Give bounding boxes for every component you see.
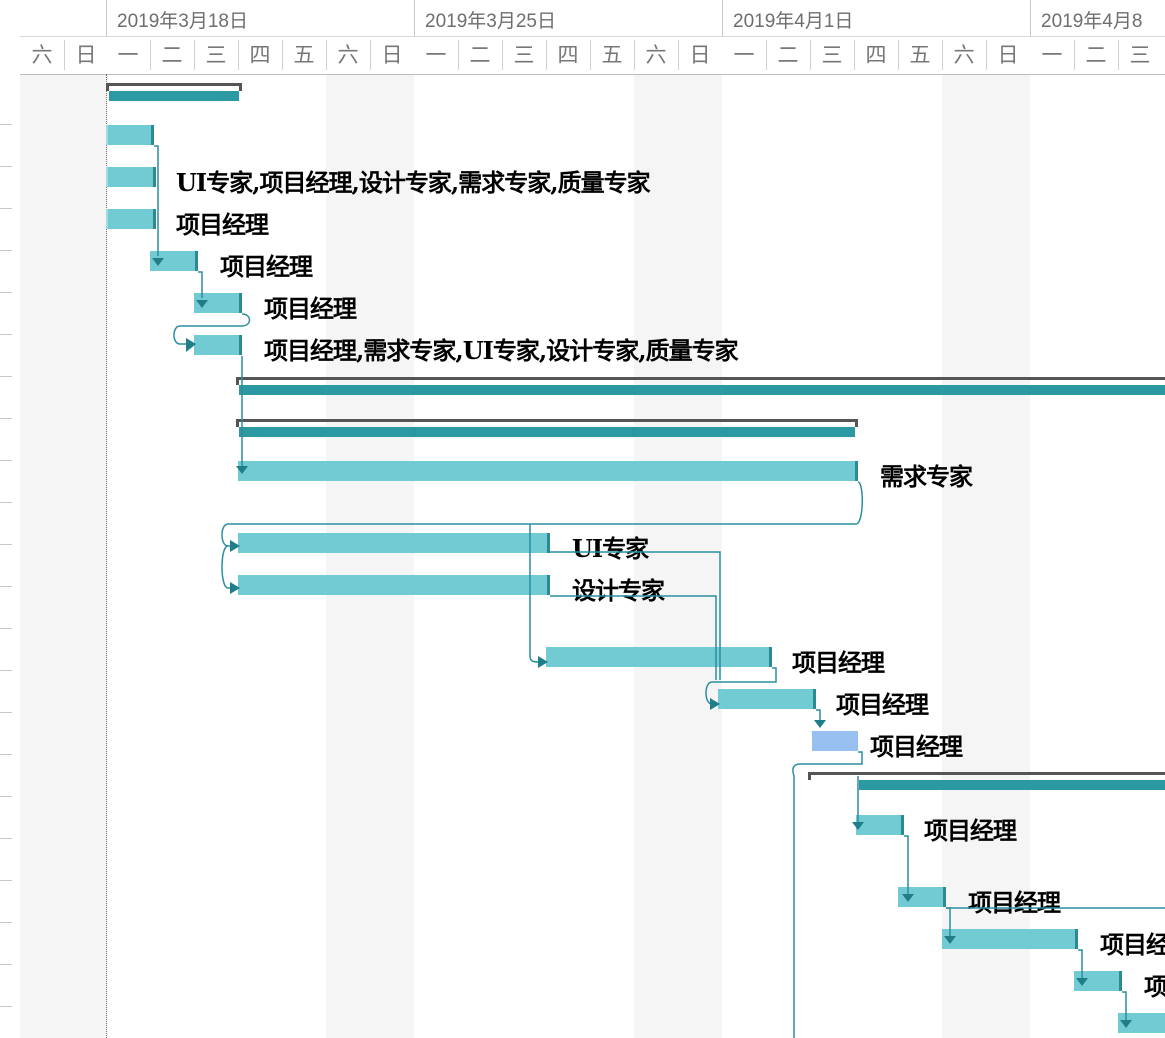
- task-table-edge: [0, 0, 21, 1038]
- dependency-link: [221, 545, 236, 589]
- dependency-link: [816, 709, 821, 724]
- week-header: 2019年4月1日: [722, 0, 1030, 36]
- day-cell: 一: [117, 43, 139, 67]
- resource-label: 项: [1144, 972, 1165, 1001]
- summary-bar[interactable]: [106, 83, 242, 101]
- resource-label: 项目经理: [968, 888, 1061, 917]
- resource-label: 项目经理: [264, 294, 357, 323]
- day-cell: 四: [557, 43, 579, 67]
- week-label: 2019年3月25日: [425, 11, 556, 32]
- task-bar[interactable]: [150, 251, 198, 271]
- summary-bar[interactable]: [808, 772, 1165, 790]
- summary-bar[interactable]: [236, 419, 858, 437]
- day-cell: 三: [205, 43, 227, 67]
- task-bar[interactable]: [856, 815, 904, 835]
- link-arrow: [814, 720, 826, 728]
- task-bar[interactable]: [106, 167, 156, 187]
- gantt-chart[interactable]: 2019年3月18日 2019年3月25日 2019年4月1日 2019年4月8…: [0, 0, 1165, 1038]
- dependency-link: [154, 145, 159, 256]
- day-cell: 日: [381, 43, 403, 67]
- resource-label: 需求专家: [880, 462, 973, 491]
- task-bar[interactable]: [194, 335, 242, 355]
- dependency-link: [792, 751, 863, 1038]
- task-bar[interactable]: [898, 887, 946, 907]
- task-bar[interactable]: [238, 461, 858, 481]
- resource-label: 项目经理: [792, 648, 885, 677]
- summary-bar[interactable]: [236, 377, 1165, 395]
- task-bar[interactable]: [1074, 971, 1122, 991]
- task-bar[interactable]: [106, 125, 154, 145]
- weekend-shade: [20, 74, 108, 1038]
- task-bar[interactable]: [718, 689, 816, 709]
- week-header: 2019年4月8: [1030, 0, 1165, 36]
- task-bar[interactable]: [546, 647, 772, 667]
- day-cell: 五: [909, 43, 931, 67]
- day-cell: 日: [997, 43, 1019, 67]
- day-cell: 一: [425, 43, 447, 67]
- day-cell: 六: [337, 43, 359, 67]
- day-cell: 二: [469, 43, 491, 67]
- resource-label: 项目经理: [924, 816, 1017, 845]
- week-label: 2019年3月18日: [117, 11, 248, 32]
- weekend-shade: [326, 74, 414, 1038]
- task-bar[interactable]: [238, 575, 550, 595]
- day-cell: 四: [249, 43, 271, 67]
- resource-label: 项目经理: [220, 252, 313, 281]
- day-cell: 三: [821, 43, 843, 67]
- day-cell: 日: [75, 43, 97, 67]
- resource-label: 设计专家: [572, 576, 665, 605]
- day-cell: 二: [777, 43, 799, 67]
- resource-label: 项目经: [1100, 930, 1165, 959]
- resource-label: 项目经理: [836, 690, 929, 719]
- day-cell: 一: [733, 43, 755, 67]
- day-cell: 一: [1041, 43, 1063, 67]
- resource-label: 项目经理: [176, 210, 269, 239]
- week-header: 2019年3月25日: [414, 0, 722, 36]
- resource-label: UI专家: [572, 534, 649, 563]
- day-cell: 二: [1085, 43, 1107, 67]
- resource-label: 项目经理,需求专家,UI专家,设计专家,质量专家: [264, 336, 739, 365]
- resource-label: 项目经理: [870, 732, 963, 761]
- day-cell: 日: [689, 43, 711, 67]
- day-cell: 三: [1129, 43, 1151, 67]
- day-cell: 二: [161, 43, 183, 67]
- task-bar-selected[interactable]: [812, 731, 858, 751]
- day-cell: 六: [31, 43, 53, 67]
- day-cell: 四: [865, 43, 887, 67]
- day-cell: 五: [601, 43, 623, 67]
- task-bar[interactable]: [238, 533, 550, 553]
- task-bar[interactable]: [942, 929, 1078, 949]
- resource-label: UI专家,项目经理,设计专家,需求专家,质量专家: [176, 168, 651, 197]
- week-header: 2019年3月18日: [106, 0, 414, 36]
- task-bar[interactable]: [1118, 1013, 1165, 1033]
- day-cell: 六: [645, 43, 667, 67]
- day-cell: 五: [293, 43, 315, 67]
- week-label: 2019年4月8: [1041, 11, 1143, 32]
- day-cell: 三: [513, 43, 535, 67]
- week-label: 2019年4月1日: [733, 11, 854, 32]
- day-cell: 六: [953, 43, 975, 67]
- task-bar[interactable]: [194, 293, 242, 313]
- task-bar[interactable]: [106, 209, 156, 229]
